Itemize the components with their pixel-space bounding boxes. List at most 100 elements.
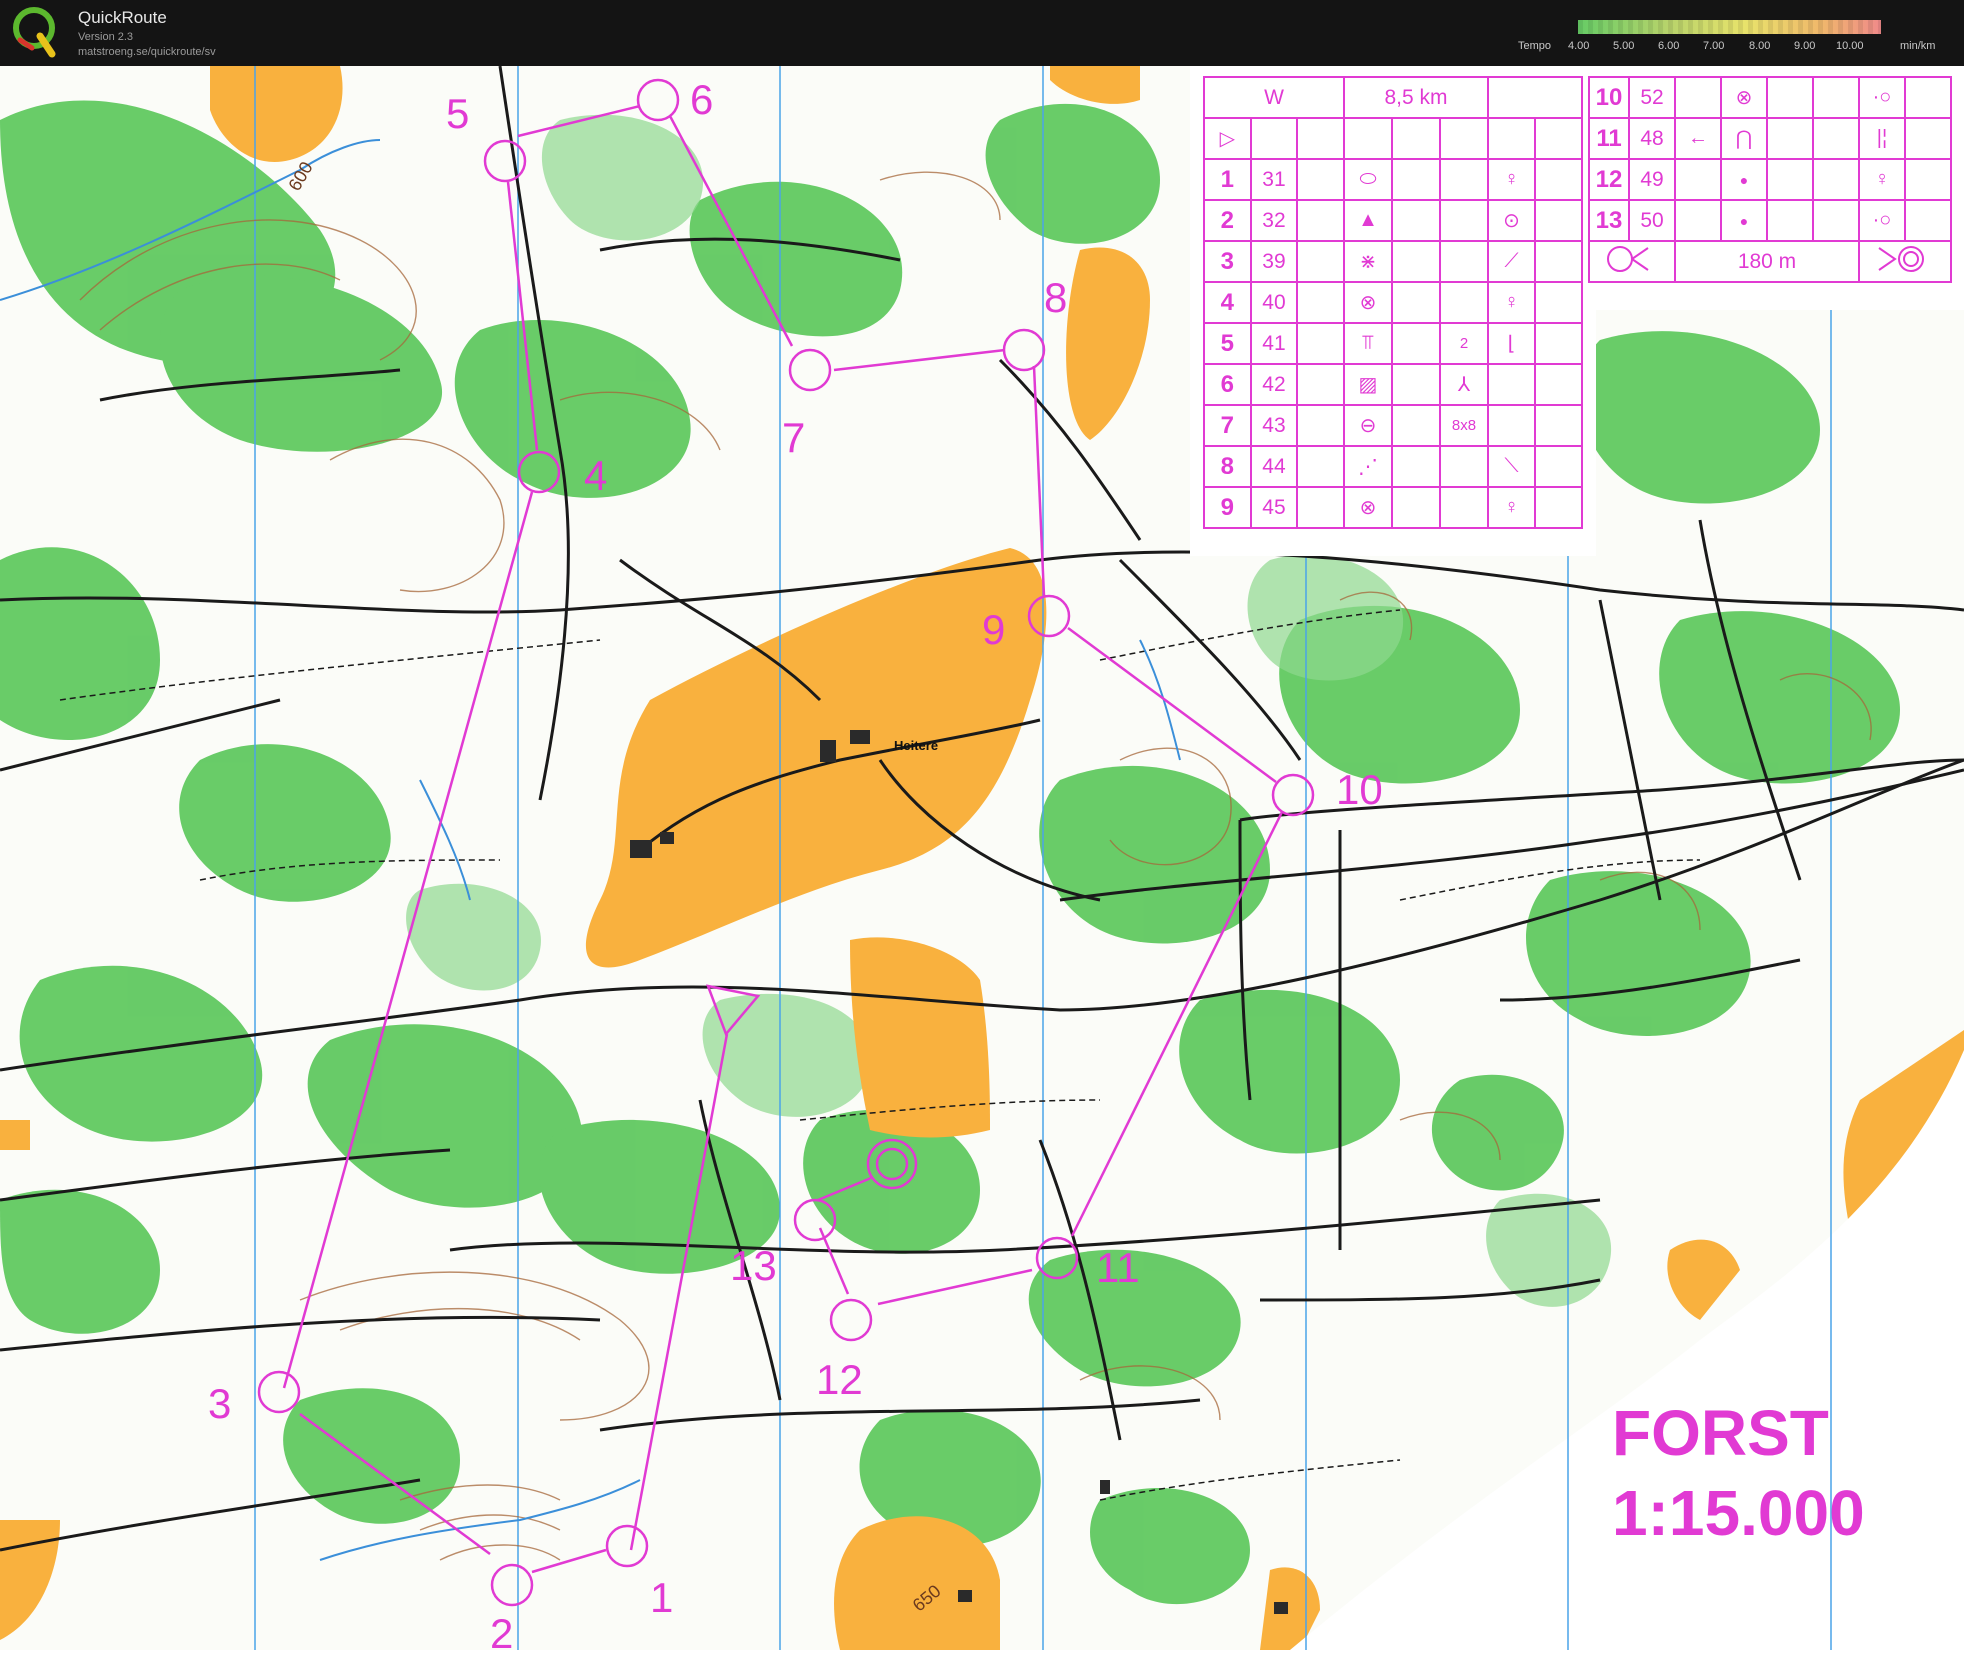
cd-number: 1 xyxy=(1203,158,1252,201)
cd-location-symbol: ⌊ xyxy=(1487,322,1536,365)
cd-location-symbol: ·○ xyxy=(1858,76,1906,119)
cd-row: 7 43 ⊖ 8x8 xyxy=(1203,404,1583,447)
cd-feature-symbol: ⋂ xyxy=(1720,117,1768,160)
cd-location-symbol xyxy=(1487,363,1536,406)
cd-number: 3 xyxy=(1203,240,1252,283)
cd-number: 12 xyxy=(1588,158,1630,201)
cd-location-symbol: ♀ xyxy=(1487,281,1536,324)
tempo-tick: 8.00 xyxy=(1749,40,1771,52)
cd-code: 44 xyxy=(1249,445,1299,488)
app-url: matstroeng.se/quickroute/sv xyxy=(78,46,216,58)
cd-number: 13 xyxy=(1588,199,1630,242)
tempo-tick: 6.00 xyxy=(1658,40,1680,52)
quickroute-logo-icon xyxy=(13,7,56,58)
cd-number: 7 xyxy=(1203,404,1252,447)
cd-direction xyxy=(1674,76,1722,119)
cd-location-symbol: ♀ xyxy=(1487,158,1536,201)
cd-code: 49 xyxy=(1628,158,1676,201)
place-label-heitere: Heitere xyxy=(894,738,939,753)
control-number: 11 xyxy=(1096,1244,1140,1291)
cd-detail xyxy=(1439,281,1489,324)
cd-location-symbol: ♀ xyxy=(1487,486,1536,529)
cd-code: 52 xyxy=(1628,76,1676,119)
control-number: 8 xyxy=(1044,274,1068,321)
control-description-table: W 8,5 km ▷ 1 31 ⬭ ♀ 2 32 ▲ ⊙ 3 39 ⋇ ⟋ 4 … xyxy=(1203,76,1583,529)
control-number: 10 xyxy=(1336,766,1383,813)
forest-name-label: FORST xyxy=(1612,1397,1829,1469)
control-number: 1 xyxy=(650,1574,674,1621)
map-scale-label: 1:15.000 xyxy=(1612,1477,1865,1549)
class-name: W xyxy=(1203,76,1345,119)
cd-code: 32 xyxy=(1249,199,1299,242)
cd-code: 40 xyxy=(1249,281,1299,324)
cd-location-symbol: ·○ xyxy=(1858,199,1906,242)
cd-number: 10 xyxy=(1588,76,1630,119)
control-number: 2 xyxy=(490,1610,514,1657)
cd-code: 39 xyxy=(1249,240,1299,283)
cd-location-symbol: ⟋ xyxy=(1487,240,1536,283)
cd-number: 6 xyxy=(1203,363,1252,406)
cd-direction xyxy=(1674,199,1722,242)
cd-location-symbol: |¦ xyxy=(1858,117,1906,160)
cd-detail xyxy=(1439,445,1489,488)
cd-code: 41 xyxy=(1249,322,1299,365)
cd-code: 45 xyxy=(1249,486,1299,529)
cd-number: 2 xyxy=(1203,199,1252,242)
cd-detail: ⅄ xyxy=(1439,363,1489,406)
cd-feature-symbol: ⊗ xyxy=(1720,76,1768,119)
cd-feature-symbol: ⊖ xyxy=(1343,404,1393,447)
cd-direction: ← xyxy=(1674,117,1722,160)
cd-row: 2 32 ▲ ⊙ xyxy=(1203,199,1583,242)
finish-distance: 180 m xyxy=(1674,240,1860,283)
tempo-tick: 7.00 xyxy=(1703,40,1725,52)
cd-code: 31 xyxy=(1249,158,1299,201)
control-description-table-continued: 10 52 ⊗ ·○ 11 48 ← ⋂ |¦ 12 49 ● ♀ 13 50 … xyxy=(1588,76,1952,283)
cd-row: 1 31 ⬭ ♀ xyxy=(1203,158,1583,201)
cd-location-symbol: ♀ xyxy=(1858,158,1906,201)
cd-feature-symbol: ⊗ xyxy=(1343,281,1393,324)
cd-number: 8 xyxy=(1203,445,1252,488)
cd-row: 8 44 ⋰ ⟍ xyxy=(1203,445,1583,488)
tempo-tick: 10.00 xyxy=(1836,40,1864,52)
cd-code: 42 xyxy=(1249,363,1299,406)
finish-circle-icon xyxy=(1878,246,1924,272)
cd-code: 48 xyxy=(1628,117,1676,160)
cd-number: 11 xyxy=(1588,117,1630,160)
tempo-gradient-bar xyxy=(1578,20,1881,34)
cd-row: 4 40 ⊗ ♀ xyxy=(1203,281,1583,324)
tempo-tick: 9.00 xyxy=(1794,40,1816,52)
cd-feature-symbol: ● xyxy=(1720,199,1768,242)
cd-row: 11 48 ← ⋂ |¦ xyxy=(1588,117,1952,160)
cd-code: 43 xyxy=(1249,404,1299,447)
cd-detail: 8x8 xyxy=(1439,404,1489,447)
course-length: 8,5 km xyxy=(1343,76,1489,119)
cd-feature-symbol: ⋇ xyxy=(1343,240,1393,283)
app-version: Version 2.3 xyxy=(78,31,134,43)
start-symbol: ▷ xyxy=(1203,117,1252,160)
cd-detail xyxy=(1439,240,1489,283)
control-number: 5 xyxy=(446,90,470,137)
tempo-unit: min/km xyxy=(1900,40,1936,52)
cd-feature-symbol: ⬭ xyxy=(1343,158,1393,201)
tempo-tick: 4.00 xyxy=(1568,40,1590,52)
control-number: 9 xyxy=(982,606,1006,653)
cd-location-symbol xyxy=(1487,404,1536,447)
app-title: QuickRoute xyxy=(78,8,167,27)
cd-row: 6 42 ▨ ⅄ xyxy=(1203,363,1583,406)
cd-detail: 2 xyxy=(1439,322,1489,365)
tempo-tick: 5.00 xyxy=(1613,40,1635,52)
control-number: 13 xyxy=(730,1242,777,1289)
cd-number: 4 xyxy=(1203,281,1252,324)
control-number: 6 xyxy=(690,76,714,123)
cd-row: 5 41 ⫪ 2 ⌊ xyxy=(1203,322,1583,365)
cd-code: 50 xyxy=(1628,199,1676,242)
control-number: 7 xyxy=(782,414,806,461)
finish-from-control-icon xyxy=(1607,246,1649,272)
control-number: 4 xyxy=(584,452,608,499)
cd-finish-row: 180 m xyxy=(1588,240,1952,283)
tempo-label: Tempo xyxy=(1518,40,1552,52)
cd-feature-symbol: ⫪ xyxy=(1343,322,1393,365)
cd-feature-symbol: ⋰ xyxy=(1343,445,1393,488)
cd-location-symbol: ⊙ xyxy=(1487,199,1536,242)
cd-location-symbol: ⟍ xyxy=(1487,445,1536,488)
